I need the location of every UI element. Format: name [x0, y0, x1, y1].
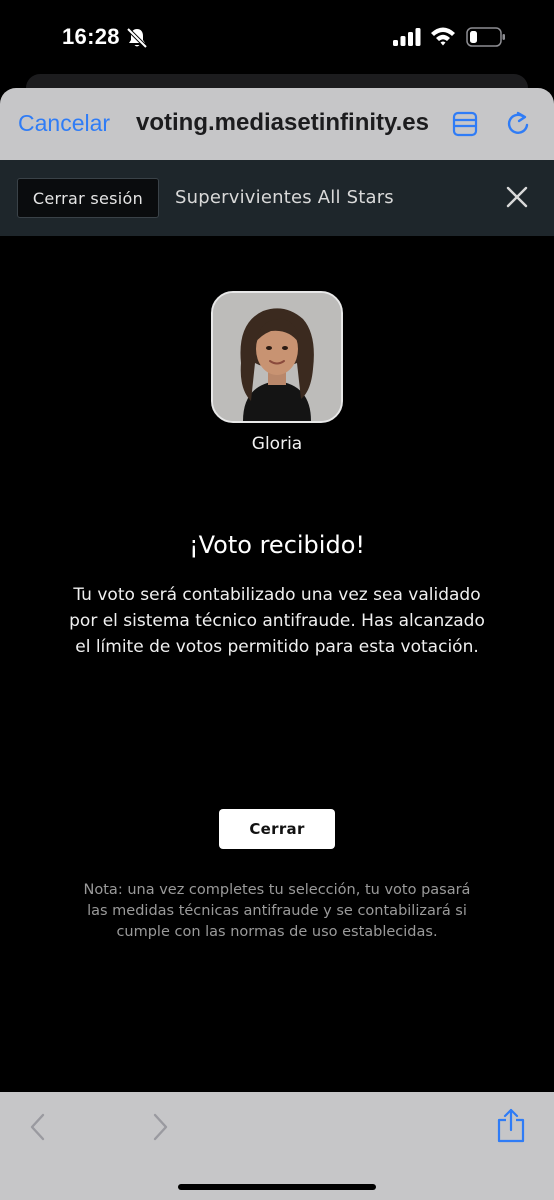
result-message: Tu voto será contabilizado una vez sea v…	[69, 585, 485, 657]
browser-toolbar	[0, 1092, 554, 1200]
program-title: Supervivientes All Stars	[175, 187, 394, 208]
share-icon[interactable]	[496, 1108, 526, 1149]
footnote: Nota: una vez completes tu selección, tu…	[83, 882, 471, 940]
close-icon[interactable]	[506, 186, 528, 213]
browser-bar: Cancelar voting.mediasetinfinity.es	[0, 88, 554, 160]
contestant-name: Gloria	[251, 434, 303, 454]
browser-sheet: Cancelar voting.mediasetinfinity.es Cerr…	[0, 88, 554, 1200]
close-button[interactable]: Cerrar	[219, 809, 335, 849]
status-bar: 16:28	[0, 0, 554, 76]
reload-icon[interactable]	[504, 110, 532, 143]
forward-icon[interactable]	[150, 1112, 170, 1147]
wifi-icon	[430, 26, 456, 51]
bell-slash-icon	[126, 27, 148, 54]
status-time: 16:28	[62, 24, 120, 49]
reader-icon[interactable]	[451, 110, 479, 143]
cancel-button[interactable]: Cancelar	[18, 110, 110, 137]
battery-icon	[466, 27, 506, 52]
result-title: ¡Voto recibido!	[189, 531, 365, 559]
back-icon[interactable]	[28, 1112, 48, 1147]
signal-icon	[393, 28, 421, 51]
site-header: Cerrar sesión Supervivientes All Stars	[0, 160, 554, 236]
home-indicator	[178, 1184, 376, 1190]
contestant-avatar	[211, 291, 343, 423]
url-label: voting.mediasetinfinity.es	[136, 109, 429, 136]
logout-button[interactable]: Cerrar sesión	[17, 178, 159, 218]
